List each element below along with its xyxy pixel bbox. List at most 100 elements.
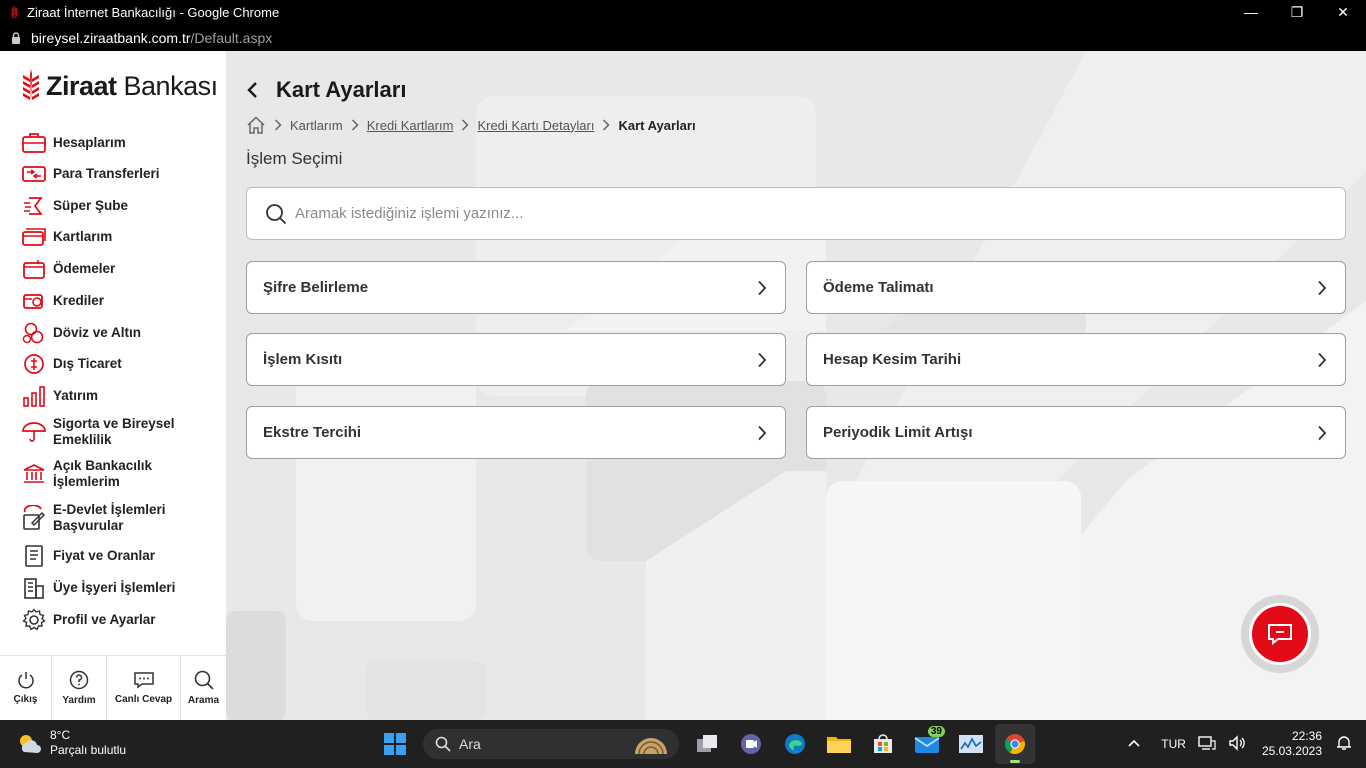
chevron-right-icon	[461, 119, 469, 131]
windows-start-button[interactable]	[375, 724, 415, 764]
sidebar-item-fiyat-oranlar[interactable]: Fiyat ve Oranlar	[0, 540, 226, 572]
section-title: İşlem Seçimi	[246, 149, 343, 168]
breadcrumb-kredi-karti-detaylari[interactable]: Kredi Kartı Detayları	[477, 118, 594, 133]
page: Ziraat Bankası Hesaplarım Para Transferl…	[0, 51, 1366, 720]
breadcrumb: Kartlarım Kredi Kartlarım Kredi Kartı De…	[246, 115, 696, 135]
file-explorer-button[interactable]	[819, 724, 859, 764]
chat-icon	[1268, 624, 1292, 646]
option-ekstre-tercihi[interactable]: Ekstre Tercihi	[246, 406, 786, 459]
option-periyodik-limit-artisi[interactable]: Periyodik Limit Artışı	[806, 406, 1346, 459]
resource-monitor-button[interactable]	[951, 724, 991, 764]
breadcrumb-kredi-kartlarim[interactable]: Kredi Kartlarım	[367, 118, 454, 133]
sidebar-item-krediler[interactable]: Krediler	[0, 285, 226, 317]
sidebar-item-dis-ticaret[interactable]: Dış Ticaret	[0, 348, 226, 380]
sidebar-item-e-devlet[interactable]: E-Devlet İşlemleri Başvurular	[0, 496, 226, 540]
weather-widget[interactable]: 8°C Parçalı bulutlu	[16, 728, 126, 758]
sidebar-item-odemeler[interactable]: Ödemeler	[0, 253, 226, 285]
weather-desc: Parçalı bulutlu	[50, 743, 127, 757]
search-menu-button[interactable]: Arama	[181, 656, 226, 720]
sidebar-item-hesaplarim[interactable]: Hesaplarım	[0, 127, 226, 158]
windows-icon	[384, 733, 406, 755]
close-window-button[interactable]: ✕	[1320, 0, 1366, 24]
url-text[interactable]: bireysel.ziraatbank.com.tr/Default.aspx	[31, 30, 272, 46]
sidebar-item-super-sube[interactable]: Süper Şube	[0, 190, 226, 221]
edge-button[interactable]	[775, 724, 815, 764]
super-branch-icon	[22, 194, 46, 218]
sidebar-item-yatirim[interactable]: Yatırım	[0, 380, 226, 412]
clock[interactable]: 22:36 25.03.2023	[1262, 729, 1322, 759]
teams-icon	[741, 734, 761, 754]
language-indicator[interactable]: TUR	[1161, 737, 1186, 751]
sidebar-item-para-transferleri[interactable]: Para Transferleri	[0, 158, 226, 190]
sidebar-item-uye-isyeri[interactable]: Üye İşyeri İşlemleri	[0, 572, 226, 603]
chrome-icon	[1004, 734, 1025, 755]
chevron-right-icon	[274, 119, 282, 131]
power-icon	[17, 672, 34, 689]
building-icon	[22, 576, 46, 600]
mail-button[interactable]: 39	[907, 724, 947, 764]
chevron-right-icon	[758, 425, 767, 440]
option-odeme-talimati[interactable]: Ödeme Talimatı	[806, 261, 1346, 314]
weather-temp: 8°C	[50, 728, 71, 742]
payment-icon	[22, 257, 46, 281]
option-islem-kisiti[interactable]: İşlem Kısıtı	[246, 333, 786, 386]
help-icon	[69, 670, 89, 690]
store-button[interactable]	[863, 724, 903, 764]
sidebar-bottom-bar: Çıkış Yardım Canlı Cevap Arama	[0, 655, 226, 720]
chrome-button[interactable]	[995, 724, 1035, 764]
monitor-chart-icon	[959, 735, 983, 753]
search-icon	[194, 670, 214, 690]
taskbar-search[interactable]: Ara	[423, 729, 679, 759]
chevron-right-icon	[758, 352, 767, 367]
network-icon[interactable]	[1198, 735, 1216, 754]
search-icon	[435, 736, 451, 752]
breadcrumb-kartlarim[interactable]: Kartlarım	[290, 118, 343, 133]
chevron-right-icon	[1318, 352, 1327, 367]
sidebar-item-profil-ayarlar[interactable]: Profil ve Ayarlar	[0, 603, 226, 636]
chevron-up-icon	[1128, 739, 1140, 747]
briefcase-icon	[22, 131, 46, 155]
sidebar-item-sigorta[interactable]: Sigorta ve Bireysel Emeklilik	[0, 412, 226, 452]
address-bar[interactable]: bireysel.ziraatbank.com.tr/Default.aspx	[0, 24, 1366, 51]
foreign-trade-icon	[22, 352, 46, 376]
logout-button[interactable]: Çıkış	[0, 656, 52, 720]
chevron-right-icon	[602, 119, 611, 131]
search-input[interactable]	[295, 205, 1295, 222]
window-title: Ziraat İnternet Bankacılığı - Google Chr…	[27, 4, 280, 20]
option-hesap-kesim-tarihi[interactable]: Hesap Kesim Tarihi	[806, 333, 1346, 386]
breadcrumb-home[interactable]	[246, 115, 266, 135]
teams-chat-button[interactable]	[731, 724, 771, 764]
bank-icon	[22, 462, 46, 486]
chevron-right-icon	[758, 280, 767, 295]
live-chat-button[interactable]: Canlı Cevap	[107, 656, 181, 720]
sidebar-item-kartlarim[interactable]: Kartlarım	[0, 221, 226, 253]
volume-icon[interactable]	[1228, 734, 1246, 754]
operation-search[interactable]	[246, 187, 1346, 240]
chat-icon	[133, 672, 154, 689]
clock-time: 22:36	[1291, 729, 1322, 743]
search-icon	[266, 203, 287, 224]
live-chat-fab[interactable]	[1241, 595, 1319, 673]
ziraat-logo[interactable]: Ziraat Bankası	[22, 69, 218, 103]
back-button[interactable]	[246, 79, 262, 101]
sidebar-item-acik-bankacilik[interactable]: Açık Bankacılık İşlemlerim	[0, 452, 226, 496]
home-icon	[247, 116, 265, 134]
task-view-icon	[697, 735, 717, 752]
sidebar-nav: Hesaplarım Para Transferleri Süper Şube …	[0, 127, 226, 636]
investment-icon	[22, 384, 46, 408]
document-icon	[22, 544, 46, 568]
show-hidden-icons-button[interactable]	[1127, 737, 1141, 751]
taskbar-apps: Ara 39	[375, 720, 1039, 768]
mail-badge: 39	[927, 726, 945, 737]
lock-icon	[12, 31, 20, 44]
os-taskbar: 8°C Parçalı bulutlu Ara 39 TUR 22:36 25.…	[0, 720, 1366, 768]
umbrella-icon	[22, 420, 46, 444]
page-title: Kart Ayarları	[276, 77, 407, 102]
sidebar-item-doviz-altin[interactable]: Döviz ve Altın	[0, 317, 226, 348]
option-sifre-belirleme[interactable]: Şifre Belirleme	[246, 261, 786, 314]
task-view-button[interactable]	[687, 724, 727, 764]
notification-icon[interactable]	[1336, 735, 1352, 754]
help-button[interactable]: Yardım	[52, 656, 107, 720]
minimize-button[interactable]: —	[1228, 0, 1274, 24]
maximize-button[interactable]: ❐	[1274, 0, 1320, 24]
